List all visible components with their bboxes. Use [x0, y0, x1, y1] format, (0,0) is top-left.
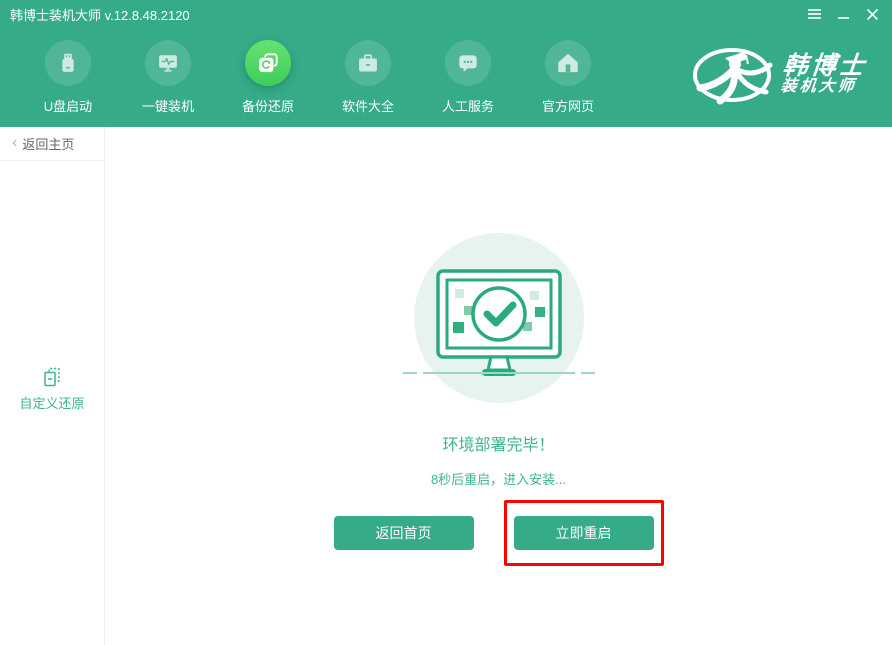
brand-logo-emblem: [692, 44, 776, 106]
nav-item-usb-boot[interactable]: U盘启动: [18, 28, 118, 115]
sidebar: ‹ 返回主页 自定义还原: [0, 127, 105, 645]
nav-label: 官方网页: [542, 96, 594, 115]
minimize-button[interactable]: [833, 4, 853, 24]
home-icon: [545, 40, 591, 86]
countdown-message: 8秒后重启，进入安装...: [431, 469, 566, 488]
close-icon: [866, 8, 879, 21]
sidebar-item-label: 自定义还原: [19, 393, 84, 412]
red-highlight-annotation: 立即重启: [504, 500, 664, 566]
sidebar-item-custom-restore[interactable]: 自定义还原: [0, 365, 104, 412]
app-window: 韩博士装机大师 v.12.8.48.2120: [0, 0, 892, 645]
action-buttons: 返回首页 立即重启: [334, 500, 664, 566]
main-panel: 环境部署完毕！ 8秒后重启，进入安装... 返回首页 立即重启: [105, 127, 892, 645]
back-to-home-label: 返回主页: [22, 134, 74, 153]
nav-label: 备份还原: [242, 96, 294, 115]
close-button[interactable]: [862, 4, 882, 24]
nav-item-software-collection[interactable]: 软件大全: [318, 28, 418, 115]
nav-item-official-website[interactable]: 官方网页: [518, 28, 618, 115]
brand-name-line1: 韩博士: [781, 53, 868, 79]
back-to-home-button[interactable]: ‹ 返回主页: [0, 127, 104, 161]
deployment-complete-illustration: [389, 223, 609, 423]
nav-item-one-click-install[interactable]: 一键装机: [118, 28, 218, 115]
restart-now-button[interactable]: 立即重启: [514, 516, 654, 550]
chat-bubble-icon: [445, 40, 491, 86]
nav-label: 一键装机: [142, 96, 194, 115]
minimize-icon: [837, 8, 850, 20]
hamburger-icon: [807, 8, 822, 20]
restore-files-icon: [40, 365, 64, 389]
monitor-pulse-icon: [145, 40, 191, 86]
titlebar: 韩博士装机大师 v.12.8.48.2120: [0, 0, 892, 28]
brand-logo: 韩博士 装机大师: [692, 44, 866, 106]
status-title: 环境部署完毕！: [442, 431, 554, 455]
backup-restore-icon: [245, 40, 291, 86]
back-to-home-page-button[interactable]: 返回首页: [334, 516, 474, 550]
briefcase-icon: [345, 40, 391, 86]
nav-item-backup-restore[interactable]: 备份还原: [218, 28, 318, 115]
nav-label: U盘启动: [44, 96, 92, 115]
main-nav: U盘启动 一键装机 备份还原: [0, 28, 892, 127]
chevron-left-icon: ‹: [12, 135, 17, 151]
nav-label: 软件大全: [342, 96, 394, 115]
window-controls: [804, 4, 882, 24]
content-area: ‹ 返回主页 自定义还原: [0, 127, 892, 645]
nav-item-live-support[interactable]: 人工服务: [418, 28, 518, 115]
usb-drive-icon: [45, 40, 91, 86]
nav-label: 人工服务: [442, 96, 494, 115]
menu-button[interactable]: [804, 4, 824, 24]
brand-name-line2: 装机大师: [780, 80, 866, 97]
window-title: 韩博士装机大师 v.12.8.48.2120: [10, 5, 190, 24]
brand-logo-text: 韩博士 装机大师: [780, 53, 869, 96]
